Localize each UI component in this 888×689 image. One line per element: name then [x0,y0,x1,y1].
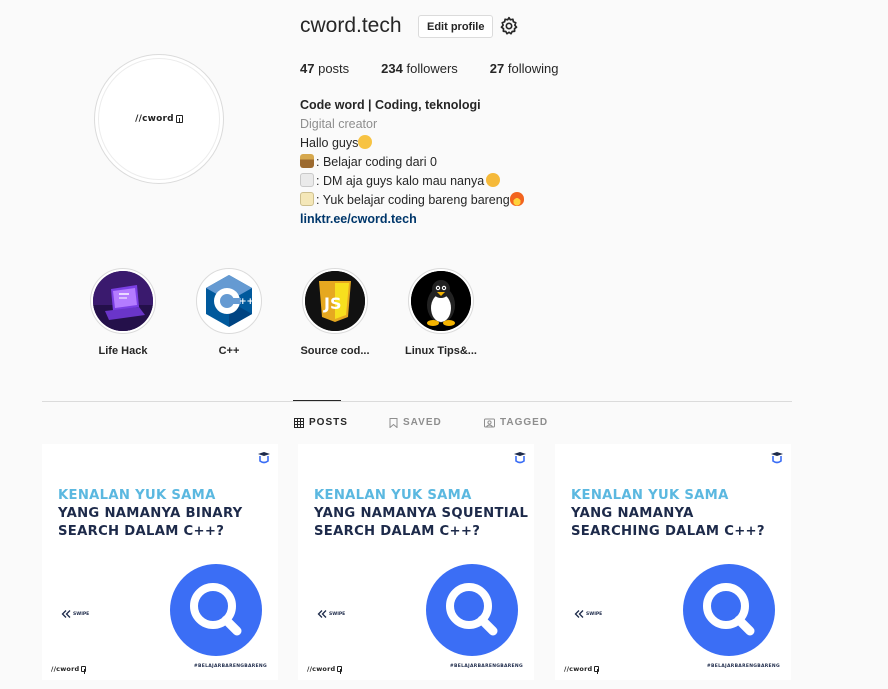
highlight-item[interactable]: JS Source cod... [282,268,388,357]
edit-profile-button[interactable]: Edit profile [418,15,494,38]
corner-logo-icon [514,452,526,464]
highlight-label: Life Hack [98,345,148,357]
tabs-divider [42,401,792,402]
highlight-label: C++ [218,345,240,357]
post-title: KENALAN YUK SAMA YANG NAMANYA BINARY SEAR… [58,488,243,539]
grid-icon [294,417,304,428]
post-thumbnail[interactable]: KENALAN YUK SAMA YANG NAMANYA SEARCHING D… [555,444,791,680]
tab-label: TAGGED [500,417,549,428]
bio-category: Digital creator [300,117,378,131]
corner-logo-icon [258,452,270,464]
book-icon [337,666,343,674]
book-icon [175,115,183,123]
avatar-image: //cword [98,58,220,180]
followers-link[interactable]: 234 followers [381,61,458,76]
waving-hand-emoji-icon [358,135,373,149]
highlight-ring [90,268,156,334]
magnifier-icon [170,564,262,656]
post-brand: //cword [307,665,343,674]
chevron-left-icon [61,610,71,618]
profile-avatar[interactable]: //cword [94,54,224,184]
active-tab-indicator [293,400,341,401]
post-thumbnail[interactable]: KENALAN YUK SAMA YANG NAMANYA SQUENTIAL S… [298,444,534,680]
magnifier-icon [426,564,518,656]
chevron-left-icon [317,610,327,618]
grinning-face-emoji-icon [486,173,501,187]
posts-count: 47 posts [300,61,350,76]
memo-emoji-icon [300,192,314,206]
bio-line: : Yuk belajar coding bareng bareng [300,191,526,210]
bookmark-icon [389,417,398,428]
swipe-hint: SWIPE [61,610,89,618]
highlight-item[interactable]: ++ C++ [176,268,282,357]
magnifier-icon [683,564,775,656]
profile-bio: Code word | Coding, teknologi Digital cr… [300,96,526,229]
school-emoji-icon [300,154,314,168]
highlight-ring: JS [302,268,368,334]
settings-gear-icon[interactable] [499,16,519,36]
profile-username: cword.tech [300,14,402,37]
post-title: KENALAN YUK SAMA YANG NAMANYA SQUENTIAL S… [314,488,529,539]
linux-penguin-icon [411,271,471,331]
laptop-icon [93,271,153,331]
highlight-item[interactable]: Life Hack [70,268,176,357]
post-title: KENALAN YUK SAMA YANG NAMANYA SEARCHING D… [571,488,765,539]
book-icon [594,666,600,674]
bio-link[interactable]: linktr.ee/cword.tech [300,210,526,229]
fire-emoji-icon [509,192,524,206]
tab-saved[interactable]: SAVED [389,417,442,428]
tab-posts[interactable]: POSTS [294,417,348,428]
story-highlights: Life Hack ++ C++ JS Source cod... Linux … [70,268,494,357]
js-logo-icon: JS [305,271,365,331]
highlight-label: Linux Tips&... [405,345,477,357]
bio-name: Code word | Coding, teknologi [300,98,481,112]
chevron-left-icon [574,610,584,618]
post-brand: //cword [51,665,87,674]
svg-text:JS: JS [323,294,341,313]
tab-label: SAVED [403,417,442,428]
envelope-emoji-icon [300,173,314,187]
highlight-item[interactable]: Linux Tips&... [388,268,494,357]
post-hashtag: #BELAJARBARENGBARENG [193,664,267,669]
highlight-label: Source cod... [300,345,370,357]
following-link[interactable]: 27 following [490,61,559,76]
bio-line: Hallo guys [300,134,526,153]
swipe-hint: SWIPE [574,610,602,618]
bio-line: : DM aja guys kalo mau nanya [300,172,526,191]
tab-label: POSTS [309,417,348,428]
swipe-hint: SWIPE [317,610,345,618]
highlight-ring [408,268,474,334]
corner-logo-icon [771,452,783,464]
tag-icon [484,418,495,427]
post-hashtag: #BELAJARBARENGBARENG [449,664,523,669]
profile-stats: 47 posts 234 followers 27 following [300,61,590,76]
post-thumbnail[interactable]: KENALAN YUK SAMA YANG NAMANYA BINARY SEAR… [42,444,278,680]
cpp-logo-icon: ++ [199,271,259,331]
bio-line: : Belajar coding dari 0 [300,153,526,172]
post-brand: //cword [564,665,600,674]
avatar-brand-text: //cword [135,114,174,124]
tab-tagged[interactable]: TAGGED [484,417,548,428]
avatar-brand-logo: //cword [135,114,183,124]
post-hashtag: #BELAJARBARENGBARENG [706,664,780,669]
highlight-ring: ++ [196,268,262,334]
svg-text:++: ++ [239,297,254,307]
book-icon [81,666,87,674]
